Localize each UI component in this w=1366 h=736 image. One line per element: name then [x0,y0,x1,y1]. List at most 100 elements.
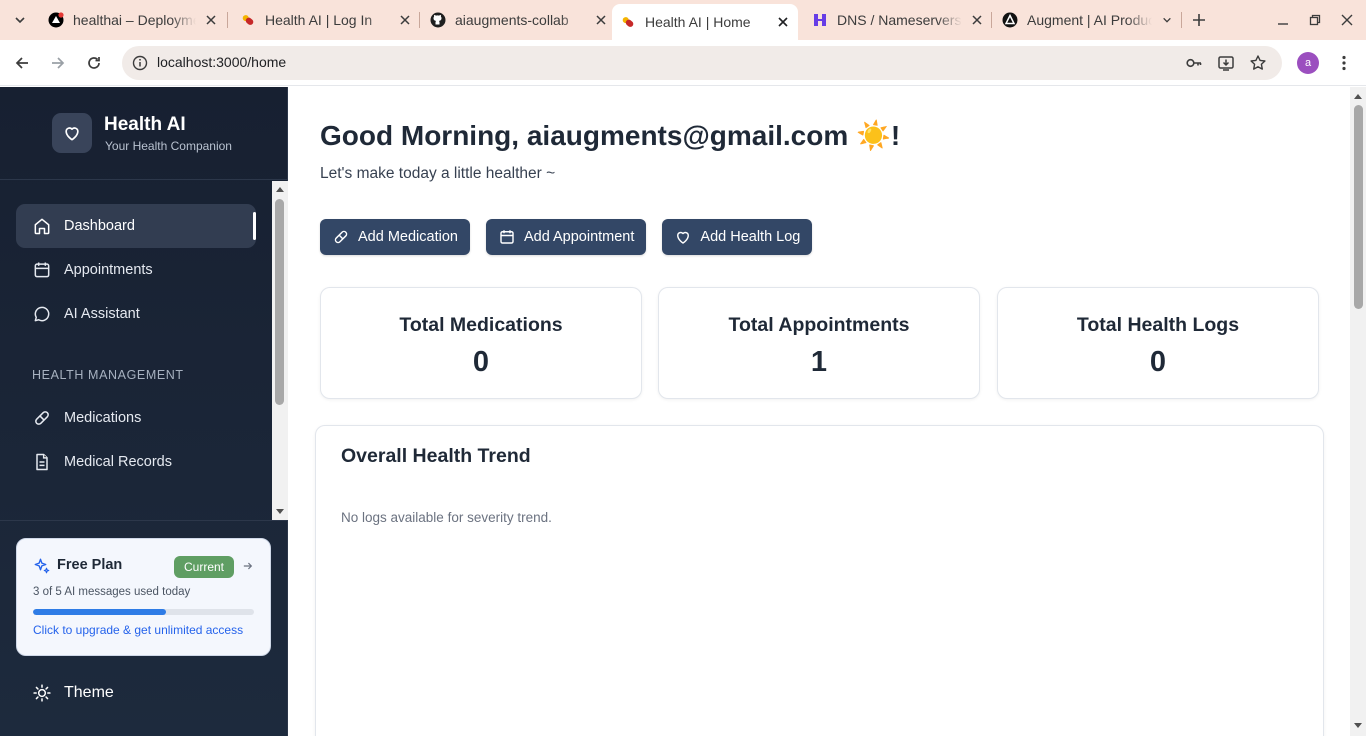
plan-usage-text: 3 of 5 AI messages used today [33,586,191,598]
health-trend-card: Overall Health Trend No logs available f… [315,425,1324,736]
close-icon[interactable] [202,11,220,29]
theme-label: Theme [64,684,114,701]
sidebar-item-label: Medical Records [64,454,172,470]
browser-tab[interactable]: Augment | AI Product [996,4,1176,36]
stat-label: Total Health Logs [1076,314,1240,336]
password-key-icon[interactable] [1183,52,1205,74]
current-plan-badge: Current [174,556,234,578]
browser-toolbar: localhost:3000/home a [0,40,1366,86]
tab-separator [991,12,992,28]
pill-icon [32,408,52,428]
sidebar: Health AI Your Health Companion Dashboar… [0,87,288,736]
stat-card-medications: Total Medications 0 [320,287,642,399]
sidebar-item-medical-records[interactable]: Medical Records [16,440,256,484]
back-arrow-icon[interactable] [9,50,35,76]
brand-name: Health AI [104,114,186,135]
heart-icon [674,228,692,246]
stat-card-appointments: Total Appointments 1 [658,287,980,399]
scroll-down-arrow-icon[interactable] [275,507,285,517]
sun-icon [32,683,52,703]
calendar-icon [32,260,52,280]
plan-usage-progress [33,609,254,615]
browser-tab[interactable]: Health AI | Log In [232,4,414,36]
quick-actions: Add Medication Add Appointment Add Healt… [320,219,813,255]
scrollbar-thumb[interactable] [275,199,284,405]
sidebar-item-label: Medications [64,410,142,426]
tab-label: Health AI | Log In [265,12,373,28]
main-content: Good Morning, aiaugments@gmail.com ☀️! L… [289,87,1350,736]
bookmark-star-icon[interactable] [1247,52,1269,74]
forward-arrow-icon[interactable] [45,50,71,76]
pill-icon [620,14,636,30]
pill-icon [332,228,350,246]
site-info-icon[interactable] [129,52,151,74]
minimize-icon[interactable] [1273,10,1293,30]
stat-card-health-logs: Total Health Logs 0 [997,287,1319,399]
sidebar-item-dashboard[interactable]: Dashboard [16,204,256,248]
page-scrollbar[interactable] [1350,87,1366,736]
browser-tab[interactable]: DNS / Nameservers [806,4,986,36]
tab-separator [419,12,420,28]
add-appointment-button[interactable]: Add Appointment [485,219,647,255]
scroll-up-arrow-icon[interactable] [275,184,285,194]
chevron-down-icon[interactable] [1158,11,1176,29]
sidebar-item-medications[interactable]: Medications [16,396,256,440]
more-menu-icon[interactable] [1333,52,1355,74]
sidebar-nav: Dashboard Appointments AI Assistant HEAL… [0,181,288,521]
browser-tab-active[interactable]: Health AI | Home [612,4,798,40]
window-close-icon[interactable] [1337,10,1357,30]
profile-avatar[interactable]: a [1297,52,1319,74]
add-medication-button[interactable]: Add Medication [320,219,470,255]
arrow-right-icon [241,558,255,574]
stat-value: 0 [472,346,490,378]
sidebar-scrollbar[interactable] [272,181,288,520]
sidebar-item-appointments[interactable]: Appointments [16,248,256,292]
stat-label: Total Medications [399,314,563,336]
new-tab-plus-icon[interactable] [1188,9,1210,31]
theme-toggle[interactable]: Theme [32,683,114,703]
plan-title: Free Plan [57,557,123,573]
scroll-down-arrow-icon[interactable] [1353,721,1363,731]
close-icon[interactable] [396,11,414,29]
brand-tagline: Your Health Companion [105,139,232,153]
sidebar-item-label: Dashboard [64,218,135,234]
github-icon [430,12,446,28]
chat-icon [32,304,52,324]
tab-search-chevron-icon[interactable] [9,9,31,31]
heart-icon [52,113,92,153]
restore-icon[interactable] [1305,10,1325,30]
upgrade-link[interactable]: Click to upgrade & get unlimited access [33,623,243,637]
greeting-subtitle: Let's make today a little healther ~ [320,165,556,182]
close-icon[interactable] [592,11,610,29]
scroll-up-arrow-icon[interactable] [1353,91,1363,101]
sparkle-icon [33,557,51,575]
brand-header: Health AI Your Health Companion [0,87,288,180]
tab-separator [1181,12,1182,28]
free-plan-card[interactable]: Free Plan Current 3 of 5 AI messages use… [16,538,271,656]
scrollbar-thumb[interactable] [1354,105,1363,309]
browser-tab[interactable]: healthai – Deployments [40,4,220,36]
vercel-icon [48,12,64,28]
health-trend-title: Overall Health Trend [341,445,531,467]
address-bar[interactable]: localhost:3000/home [122,46,1282,80]
sidebar-item-ai-assistant[interactable]: AI Assistant [16,292,256,336]
button-label: Add Health Log [700,229,801,245]
add-health-log-button[interactable]: Add Health Log [662,219,813,255]
calendar-icon [498,228,516,246]
tab-label: healthai – Deployments [73,12,196,28]
browser-tab[interactable]: aiaugments-collab [424,4,610,36]
stat-value: 1 [810,346,828,378]
close-icon[interactable] [774,13,792,31]
install-app-icon[interactable] [1215,52,1237,74]
url-text[interactable]: localhost:3000/home [157,54,286,70]
pill-icon [240,12,256,28]
browser-tab-bar: healthai – Deployments Health AI | Log I… [0,0,1366,40]
stat-value: 0 [1149,346,1167,378]
reload-icon[interactable] [81,50,107,76]
home-icon [32,216,52,236]
greeting-heading: Good Morning, aiaugments@gmail.com ☀️! [320,120,901,151]
close-icon[interactable] [968,11,986,29]
health-trend-empty-message: No logs available for severity trend. [341,510,552,525]
tab-label: aiaugments-collab [455,12,569,28]
hostinger-icon [812,12,828,28]
